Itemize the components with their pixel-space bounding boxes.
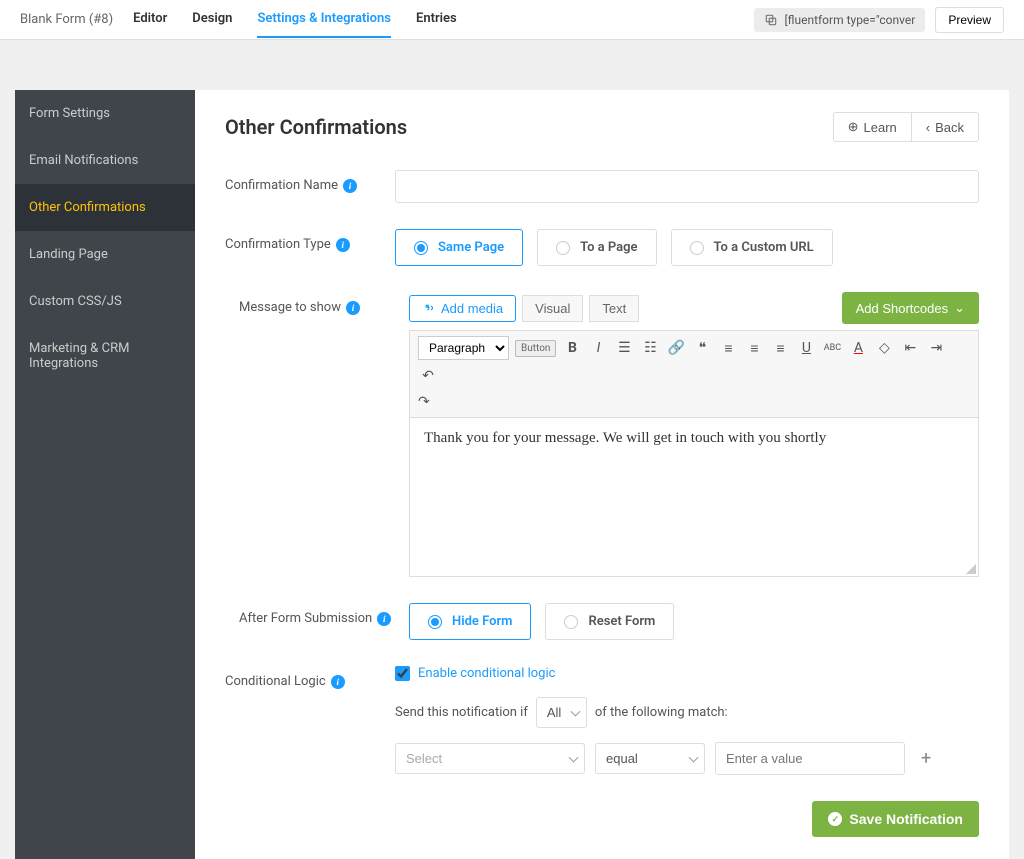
- link-icon[interactable]: 🔗: [666, 338, 686, 358]
- confirmation-name-label: Confirmation Name i: [225, 170, 395, 193]
- confirmation-name-input[interactable]: [395, 170, 979, 203]
- tab-entries[interactable]: Entries: [416, 1, 457, 38]
- sidebar-item-other-confirmations[interactable]: Other Confirmations: [15, 184, 195, 231]
- info-icon[interactable]: i: [346, 301, 360, 315]
- radio-same-page[interactable]: Same Page: [395, 229, 523, 266]
- underline-icon[interactable]: U: [796, 338, 816, 358]
- confirmation-type-label: Confirmation Type i: [225, 229, 395, 252]
- form-title: Blank Form (#8): [20, 12, 113, 27]
- rule-value-input[interactable]: [715, 742, 905, 775]
- radio-icon: [428, 615, 442, 629]
- button-tag[interactable]: Button: [515, 340, 556, 357]
- message-editor[interactable]: Thank you for your message. We will get …: [409, 417, 979, 577]
- check-circle-icon: ✓: [828, 812, 842, 826]
- radio-icon: [564, 615, 578, 629]
- sidebar-item-email-notifications[interactable]: Email Notifications: [15, 137, 195, 184]
- enable-conditional-checkbox[interactable]: Enable conditional logic: [395, 666, 979, 681]
- media-icon: [422, 301, 436, 315]
- rule-operator-select[interactable]: equal: [595, 743, 705, 774]
- radio-icon: [690, 241, 704, 255]
- add-shortcodes-button[interactable]: Add Shortcodes ⌄: [842, 292, 979, 324]
- italic-icon[interactable]: I: [588, 338, 608, 358]
- align-right-icon[interactable]: ≡: [770, 338, 790, 358]
- condition-rule-row: Select equal +: [395, 742, 979, 775]
- settings-sidebar: Form Settings Email Notifications Other …: [15, 90, 195, 859]
- page-title: Other Confirmations: [225, 115, 407, 139]
- after-submission-label: After Form Submission i: [239, 603, 409, 626]
- top-nav: Blank Form (#8) Editor Design Settings &…: [0, 0, 1024, 40]
- chevron-down-icon: ⌄: [954, 300, 965, 316]
- info-icon[interactable]: i: [343, 179, 357, 193]
- main-panel: Other Confirmations ⊕ Learn ‹ Back Confi…: [195, 90, 1009, 859]
- text-color-icon[interactable]: A: [848, 338, 868, 358]
- quote-icon[interactable]: ❝: [692, 338, 712, 358]
- checkbox-icon[interactable]: [395, 666, 410, 681]
- add-media-button[interactable]: Add media: [409, 295, 516, 322]
- info-icon[interactable]: i: [336, 238, 350, 252]
- editor-toolbar: Paragraph Button B I ☰ ☷ 🔗 ❝ ≡ ≡ ≡ U ABC…: [409, 330, 979, 417]
- outdent-icon[interactable]: ⇥: [926, 338, 946, 358]
- radio-hide-form[interactable]: Hide Form: [409, 603, 531, 640]
- sidebar-item-marketing-crm[interactable]: Marketing & CRM Integrations: [15, 325, 195, 387]
- message-label: Message to show i: [239, 292, 409, 315]
- sidebar-item-landing-page[interactable]: Landing Page: [15, 231, 195, 278]
- numbered-list-icon[interactable]: ☷: [640, 338, 660, 358]
- sidebar-item-form-settings[interactable]: Form Settings: [15, 90, 195, 137]
- align-center-icon[interactable]: ≡: [744, 338, 764, 358]
- radio-icon: [414, 241, 428, 255]
- indent-icon[interactable]: ⇤: [900, 338, 920, 358]
- info-icon[interactable]: i: [331, 675, 345, 689]
- bullet-list-icon[interactable]: ☰: [614, 338, 634, 358]
- align-left-icon[interactable]: ≡: [718, 338, 738, 358]
- strike-icon[interactable]: ABC: [822, 338, 842, 358]
- redo-icon[interactable]: ↷: [418, 392, 970, 412]
- shortcode-display[interactable]: [fluentform type="conver: [754, 8, 925, 32]
- copy-icon: [764, 13, 778, 27]
- tab-design[interactable]: Design: [192, 1, 232, 38]
- tab-editor[interactable]: Editor: [133, 1, 167, 38]
- save-notification-button[interactable]: ✓ Save Notification: [812, 801, 979, 837]
- main-tabs: Editor Design Settings & Integrations En…: [133, 1, 457, 38]
- info-icon[interactable]: i: [377, 612, 391, 626]
- radio-reset-form[interactable]: Reset Form: [545, 603, 674, 640]
- undo-icon[interactable]: ↶: [418, 366, 438, 386]
- condition-sentence: Send this notification if All of the fol…: [395, 697, 979, 728]
- add-rule-button[interactable]: +: [915, 748, 937, 769]
- preview-button[interactable]: Preview: [935, 7, 1004, 33]
- radio-to-custom-url[interactable]: To a Custom URL: [671, 229, 833, 266]
- plus-circle-icon: ⊕: [848, 119, 859, 135]
- chevron-left-icon: ‹: [926, 120, 930, 135]
- sidebar-item-custom-css-js[interactable]: Custom CSS/JS: [15, 278, 195, 325]
- visual-tab[interactable]: Visual: [522, 295, 583, 322]
- match-mode-select[interactable]: All: [536, 697, 587, 728]
- text-tab[interactable]: Text: [589, 295, 639, 322]
- clear-format-icon[interactable]: ◇: [874, 338, 894, 358]
- tab-settings-integrations[interactable]: Settings & Integrations: [257, 1, 391, 38]
- rule-field-select[interactable]: Select: [395, 743, 585, 774]
- bold-icon[interactable]: B: [562, 338, 582, 358]
- learn-button[interactable]: ⊕ Learn: [833, 112, 912, 142]
- radio-to-a-page[interactable]: To a Page: [537, 229, 656, 266]
- paragraph-select[interactable]: Paragraph: [418, 336, 509, 360]
- back-button[interactable]: ‹ Back: [912, 112, 979, 142]
- radio-icon: [556, 241, 570, 255]
- conditional-logic-label: Conditional Logic i: [225, 666, 395, 689]
